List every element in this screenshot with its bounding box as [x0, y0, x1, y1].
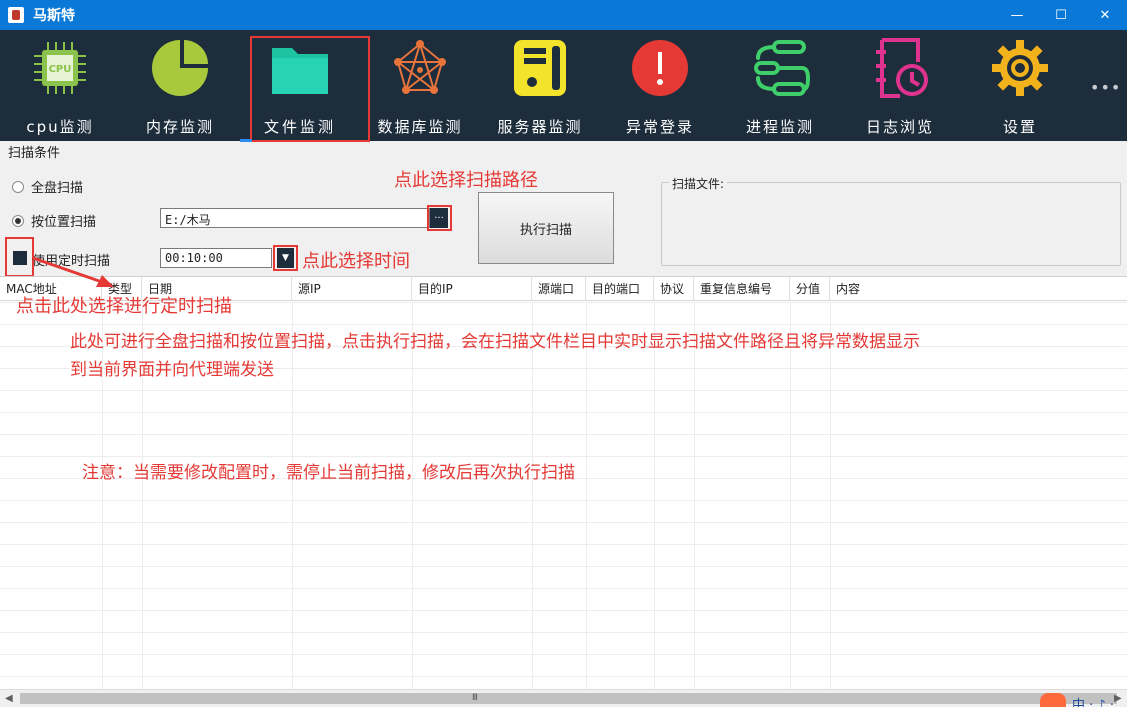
ime-indicator[interactable]: 中 · ♪ · — [1072, 694, 1114, 707]
col-src-ip[interactable]: 源IP — [292, 277, 412, 301]
tool-server-monitor[interactable]: 服务器监测 — [480, 30, 600, 141]
col-dst-ip[interactable]: 目的IP — [412, 277, 532, 301]
tool-label: 服务器监测 — [497, 118, 583, 136]
col-content[interactable]: 内容 — [830, 277, 1127, 301]
active-tab-indicator — [240, 139, 252, 142]
col-dst-port[interactable]: 目的端口 — [586, 277, 654, 301]
tool-settings[interactable]: 设置 — [960, 30, 1080, 141]
col-repeat-id[interactable]: 重复信息编号 — [694, 277, 790, 301]
cpu-icon: CPU — [34, 42, 86, 94]
annotation-timer-hint: 点击此处选择进行定时扫描 — [16, 296, 232, 317]
col-divider — [412, 302, 413, 690]
tool-label: 内存监测 — [145, 118, 214, 136]
full-disk-label: 全盘扫描 — [31, 181, 84, 196]
tool-log-browse[interactable]: 日志浏览 — [840, 30, 960, 141]
tool-label: 数据库监测 — [377, 118, 463, 136]
col-divider — [830, 302, 831, 690]
close-button[interactable]: ✕ — [1083, 0, 1127, 30]
more-button[interactable]: ••• — [1090, 78, 1121, 97]
time-highlight — [273, 245, 298, 271]
by-location-radio[interactable] — [12, 214, 24, 227]
full-disk-radio-row[interactable]: 全盘扫描 — [12, 177, 83, 196]
main-toolbar: CPU cpu监测 内存监测 文件监测 数据库监测 服务器监测 异常登录 进程监… — [0, 30, 1127, 141]
col-divider — [586, 302, 587, 690]
scan-time-input[interactable]: 00:10:00 — [160, 248, 272, 268]
minimize-button[interactable]: — — [995, 0, 1039, 30]
tool-label: 进程监测 — [745, 118, 814, 136]
by-location-label: 按位置扫描 — [31, 215, 97, 230]
scrollbar-thumb[interactable]: III — [20, 693, 1117, 704]
execute-scan-button[interactable]: 执行扫描 — [478, 192, 614, 264]
tool-memory-monitor[interactable]: 内存监测 — [120, 30, 240, 141]
tool-database-monitor[interactable]: 数据库监测 — [360, 30, 480, 141]
tool-label: cpu监测 — [26, 118, 94, 136]
scroll-right-icon[interactable]: ▶ — [1114, 693, 1122, 704]
scan-conditions-title: 扫描条件 — [8, 146, 61, 161]
gear-icon — [992, 40, 1048, 96]
window-title: 马斯特 — [33, 8, 75, 24]
app-logo-icon — [8, 7, 24, 23]
col-protocol[interactable]: 协议 — [654, 277, 694, 301]
tool-label: 日志浏览 — [865, 118, 934, 136]
alert-icon — [632, 40, 688, 96]
annotation-path-hint: 点此选择扫描路径 — [394, 170, 538, 191]
scroll-left-icon[interactable]: ◀ — [5, 693, 13, 704]
server-icon — [514, 40, 566, 96]
annotation-description: 此处可进行全盘扫描和按位置扫描，点击执行扫描，会在扫描文件栏目中实时显示扫描文件… — [70, 332, 920, 352]
col-src-port[interactable]: 源端口 — [532, 277, 586, 301]
tool-label: 设置 — [1002, 118, 1037, 136]
svg-text:CPU: CPU — [49, 64, 72, 75]
col-score[interactable]: 分值 — [790, 277, 830, 301]
annotation-arrow — [32, 256, 114, 287]
tool-abnormal-login[interactable]: 异常登录 — [600, 30, 720, 141]
tool-process-monitor[interactable]: 进程监测 — [720, 30, 840, 141]
process-flow-icon — [754, 40, 810, 96]
col-divider — [654, 302, 655, 690]
col-divider — [532, 302, 533, 690]
horizontal-scrollbar[interactable]: ◀ III ▶ — [0, 689, 1127, 707]
title-bar: 马斯特 — ☐ ✕ — [0, 0, 1127, 30]
maximize-button[interactable]: ☐ — [1039, 0, 1083, 30]
annotation-description-2: 到当前界面并向代理端发送 — [70, 360, 274, 380]
browse-highlight — [427, 205, 452, 231]
scan-files-label: 扫描文件: — [669, 175, 728, 192]
window-controls: — ☐ ✕ — [995, 0, 1127, 30]
by-location-radio-row[interactable]: 按位置扫描 — [12, 211, 96, 230]
col-divider — [790, 302, 791, 690]
annotation-note: 注意：当需要修改配置时，需停止当前扫描，修改后再次执行扫描 — [82, 463, 575, 483]
col-divider — [292, 302, 293, 690]
full-disk-radio[interactable] — [12, 180, 24, 193]
scan-files-box — [661, 182, 1121, 266]
scroll-grip: III — [472, 693, 478, 703]
tool-label: 异常登录 — [625, 118, 694, 136]
col-divider — [694, 302, 695, 690]
network-icon — [394, 40, 446, 94]
scan-path-input[interactable]: E:/木马 — [160, 208, 430, 228]
active-tool-highlight — [250, 36, 370, 142]
tool-cpu-monitor[interactable]: CPU cpu监测 — [0, 30, 120, 141]
ime-logo-icon — [1040, 693, 1066, 707]
pie-chart-icon — [152, 40, 208, 96]
annotation-time-hint: 点此选择时间 — [302, 251, 410, 272]
log-clock-icon — [876, 38, 928, 98]
